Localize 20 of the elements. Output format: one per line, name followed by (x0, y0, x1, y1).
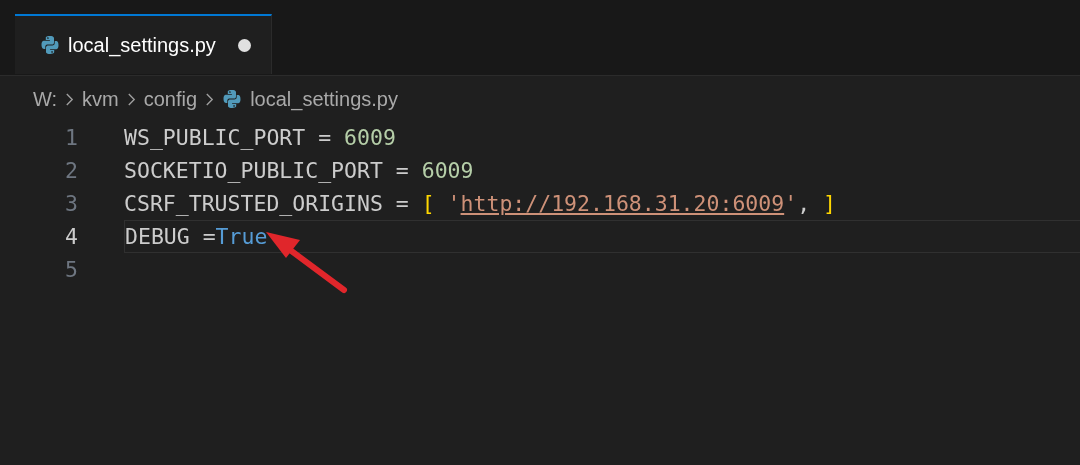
python-icon (222, 89, 243, 109)
line-number: 5 (64, 257, 78, 282)
chevron-icon (205, 91, 215, 107)
chevron-icon (65, 91, 75, 107)
breadcrumb-item[interactable]: kvm (82, 87, 119, 111)
unsaved-dot-icon (237, 38, 251, 52)
editor-tab[interactable]: local_settings.py (15, 14, 272, 74)
code-line: SOCKETIO_PUBLIC_PORT = 6009 (124, 157, 474, 185)
code-line: WS_PUBLIC_PORT = 6009 (124, 124, 396, 152)
line-number: 4 (64, 224, 78, 249)
code-line: DEBUG =True (124, 220, 1080, 253)
line-number: 3 (64, 191, 78, 216)
breadcrumb-item[interactable]: config (143, 87, 198, 111)
breadcrumb-item[interactable]: W: (33, 87, 58, 111)
line-number: 2 (64, 158, 78, 183)
chevron-icon (126, 91, 136, 107)
python-icon (40, 35, 60, 55)
code-line: CSRF_TRUSTED_ORIGINS = [ 'http://192.168.31.20:6009', ] (124, 190, 836, 218)
line-number: 1 (64, 125, 78, 150)
breadcrumb-item[interactable]: local_settings.py (250, 87, 398, 111)
